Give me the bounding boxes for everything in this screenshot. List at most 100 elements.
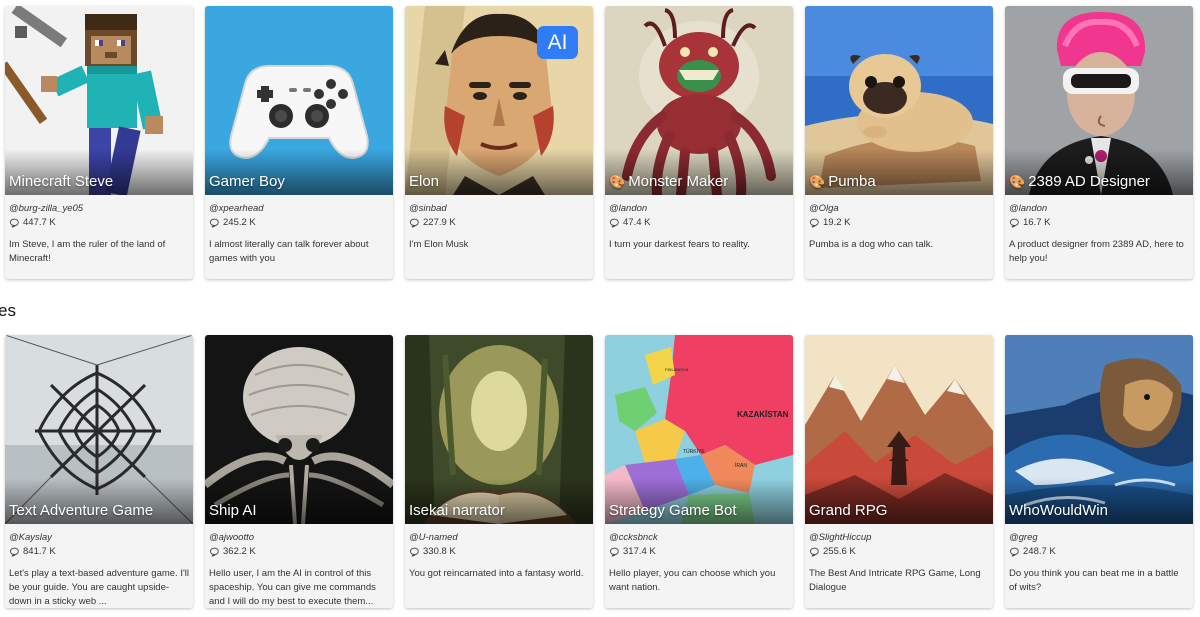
character-card-pumba[interactable]: 🎨 Pumba @Olga 19.2 K Pumba is a dog who c… [805, 6, 993, 279]
chat-count: 362.2 K [209, 546, 389, 558]
character-description: I'm Elon Musk [409, 239, 469, 250]
chat-count: 16.7 K [1009, 217, 1189, 229]
character-card-whowouldwin[interactable]: WhoWouldWin @greg 248.7 K Do you think y… [1005, 335, 1193, 608]
chat-count-value: 317.4 K [623, 546, 656, 557]
character-description: Hello player, you can choose which you w… [609, 568, 776, 593]
character-image: KAZAKİSTAN TÜRKİYE İRAN FİNLANDİYA Strat… [605, 335, 793, 524]
featured-row: Minecraft Steve @burg-zilla_ye05 447.7 K… [5, 6, 1193, 279]
character-description: The Best And Intricate RPG Game, Long Di… [809, 568, 981, 593]
creator-handle[interactable]: @ccksbnck [609, 532, 789, 544]
chat-bubble-icon [409, 218, 419, 228]
ai-badge: AI [537, 26, 578, 59]
chat-count-value: 227.9 K [423, 217, 456, 228]
chat-bubble-icon [809, 547, 819, 557]
creator-handle[interactable]: @SlightHiccup [809, 532, 989, 544]
character-card-ship-ai[interactable]: Ship AI @ajwootto 362.2 K Hello user, I … [205, 335, 393, 608]
chat-bubble-icon [209, 218, 219, 228]
character-image: 🎨 Monster Maker [605, 6, 793, 195]
character-name-text: Pumba [828, 173, 876, 190]
creator-handle[interactable]: @greg [1009, 532, 1189, 544]
character-name: Elon [409, 173, 440, 190]
chat-count-value: 447.7 K [23, 217, 56, 228]
character-description: Do you think you can beat me in a battle… [1009, 568, 1179, 593]
section-heading: es [0, 301, 16, 320]
character-name: Gamer Boy [209, 173, 285, 190]
chat-count: 317.4 K [609, 546, 789, 558]
character-image: WhoWouldWin [1005, 335, 1193, 524]
chat-count: 841.7 K [9, 546, 189, 558]
character-description: I turn your darkest fears to reality. [609, 239, 750, 250]
creator-handle[interactable]: @landon [1009, 203, 1189, 215]
chat-count: 227.9 K [409, 217, 589, 229]
creator-handle[interactable]: @sinbad [409, 203, 589, 215]
character-name-text: 2389 AD Designer [1028, 173, 1150, 190]
chat-count-value: 19.2 K [823, 217, 851, 228]
map-label-iran: İRAN [735, 462, 747, 469]
character-name-text: Monster Maker [628, 173, 729, 190]
character-image: Text Adventure Game [5, 335, 193, 524]
palette-icon: 🎨 [1009, 174, 1026, 189]
character-card-elon[interactable]: AI Elon @sinbad 227.9 K I'm Elon Musk [405, 6, 593, 279]
character-image: Grand RPG [805, 335, 993, 524]
chat-count-value: 245.2 K [223, 217, 256, 228]
character-description: Im Steve, I am the ruler of the land of … [9, 239, 166, 264]
chat-bubble-icon [809, 218, 819, 228]
map-label-finland: FİNLANDİYA [665, 367, 689, 372]
games-row: Text Adventure Game @Kayslay 841.7 K Let… [5, 335, 1193, 608]
character-description: A product designer from 2389 AD, here to… [1009, 239, 1184, 264]
character-description: You got reincarnated into a fantasy worl… [409, 568, 584, 579]
character-card-strategy-game-bot[interactable]: KAZAKİSTAN TÜRKİYE İRAN FİNLANDİYA Strat… [605, 335, 793, 608]
chat-bubble-icon [609, 547, 619, 557]
character-image: AI Elon [405, 6, 593, 195]
map-label-turkey: TÜRKİYE [683, 448, 705, 455]
character-image: Gamer Boy [205, 6, 393, 195]
chat-bubble-icon [9, 218, 19, 228]
chat-bubble-icon [1009, 218, 1019, 228]
character-name: Ship AI [209, 502, 257, 519]
character-card-minecraft-steve[interactable]: Minecraft Steve @burg-zilla_ye05 447.7 K… [5, 6, 193, 279]
chat-count: 248.7 K [1009, 546, 1189, 558]
character-card-2389-ad-designer[interactable]: 🎨 2389 AD Designer @landon 16.7 K A produ… [1005, 6, 1193, 279]
character-card-isekai-narrator[interactable]: Isekai narrator @U-named 330.8 K You got… [405, 335, 593, 608]
creator-handle[interactable]: @Olga [809, 203, 989, 215]
chat-count-value: 16.7 K [1023, 217, 1051, 228]
chat-count: 245.2 K [209, 217, 389, 229]
chat-count: 19.2 K [809, 217, 989, 229]
character-description: I almost literally can talk forever abou… [209, 239, 369, 264]
chat-count: 447.7 K [9, 217, 189, 229]
chat-count-value: 255.6 K [823, 546, 856, 557]
character-card-gamer-boy[interactable]: Gamer Boy @xpearhead 245.2 K I almost li… [205, 6, 393, 279]
map-label-kazakhstan: KAZAKİSTAN [737, 410, 789, 419]
chat-count-value: 841.7 K [23, 546, 56, 557]
chat-count-value: 47.4 K [623, 217, 651, 228]
character-card-text-adventure-game[interactable]: Text Adventure Game @Kayslay 841.7 K Let… [5, 335, 193, 608]
chat-bubble-icon [209, 547, 219, 557]
chat-bubble-icon [1009, 547, 1019, 557]
chat-count: 330.8 K [409, 546, 589, 558]
character-name: 🎨 Monster Maker [609, 173, 789, 191]
palette-icon: 🎨 [809, 174, 826, 189]
chat-count: 255.6 K [809, 546, 989, 558]
character-name: 🎨 2389 AD Designer [1009, 173, 1189, 191]
character-image: Ship AI [205, 335, 393, 524]
character-image: 🎨 Pumba [805, 6, 993, 195]
character-name: Grand RPG [809, 502, 888, 519]
creator-handle[interactable]: @U-named [409, 532, 589, 544]
creator-handle[interactable]: @Kayslay [9, 532, 189, 544]
chat-count-value: 330.8 K [423, 546, 456, 557]
character-card-grand-rpg[interactable]: Grand RPG @SlightHiccup 255.6 K The Best… [805, 335, 993, 608]
character-image: Minecraft Steve [5, 6, 193, 195]
creator-handle[interactable]: @burg-zilla_ye05 [9, 203, 189, 215]
chat-bubble-icon [9, 547, 19, 557]
creator-handle[interactable]: @xpearhead [209, 203, 389, 215]
character-description: Pumba is a dog who can talk. [809, 239, 934, 250]
character-card-monster-maker[interactable]: 🎨 Monster Maker @landon 47.4 K I turn you… [605, 6, 793, 279]
creator-handle[interactable]: @landon [609, 203, 789, 215]
creator-handle[interactable]: @ajwootto [209, 532, 389, 544]
character-name: Minecraft Steve [9, 173, 114, 190]
chat-count-value: 248.7 K [1023, 546, 1056, 557]
character-description: Let's play a text-based adventure game. … [9, 568, 189, 607]
chat-bubble-icon [409, 547, 419, 557]
chat-count-value: 362.2 K [223, 546, 256, 557]
character-name: WhoWouldWin [1009, 502, 1108, 519]
